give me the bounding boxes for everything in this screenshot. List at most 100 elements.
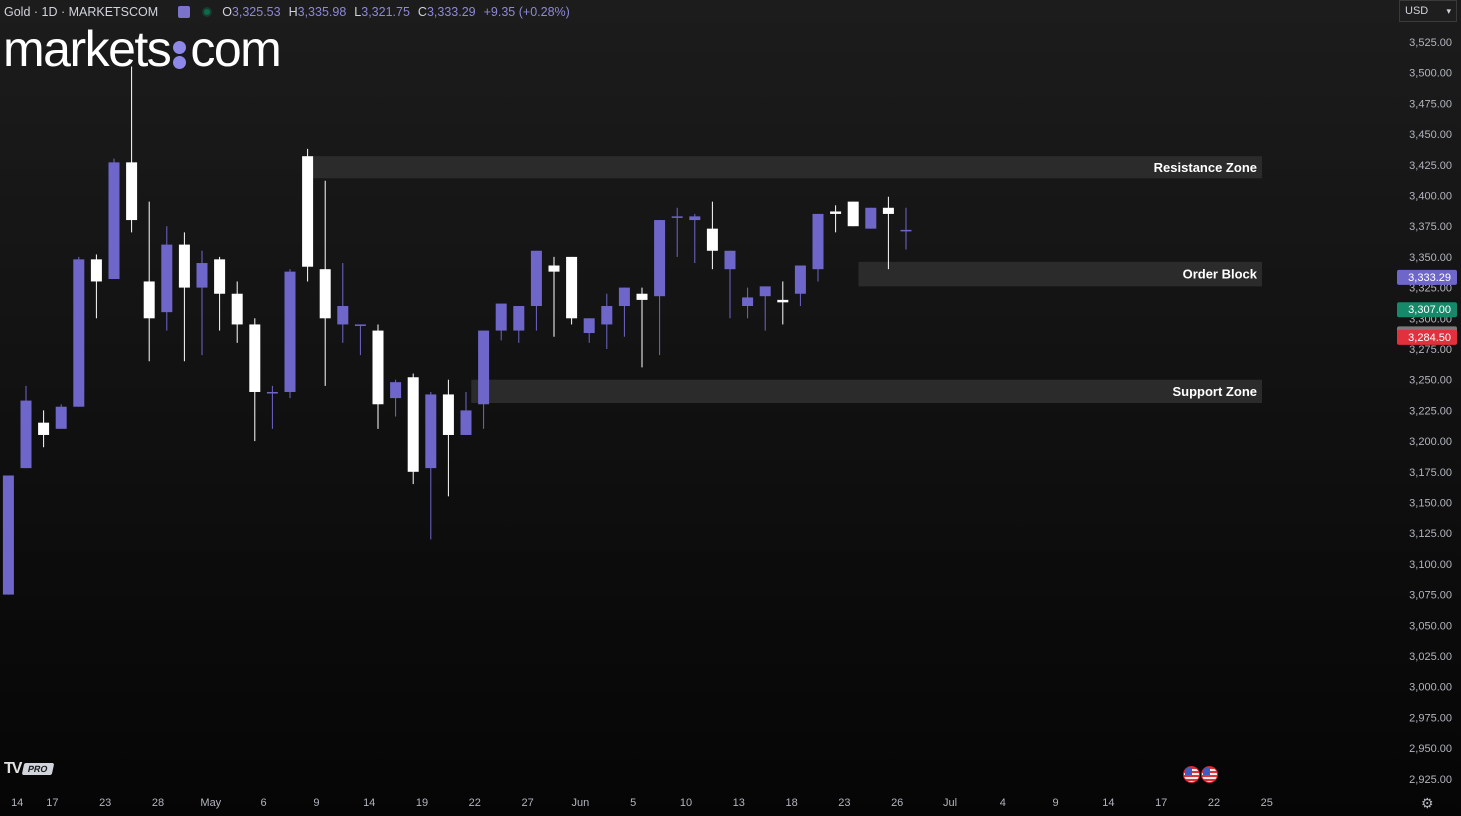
y-axis-label: 3,250.00 xyxy=(1409,375,1452,387)
y-axis-label: 3,500.00 xyxy=(1409,68,1452,80)
x-axis-label: 18 xyxy=(785,797,797,809)
candle-body xyxy=(654,220,666,297)
x-axis-label: 14 xyxy=(363,797,375,809)
y-axis-label: 3,425.00 xyxy=(1409,160,1452,172)
zone-box xyxy=(471,379,1262,404)
tradingview-mark: TV xyxy=(4,760,23,777)
candle-body xyxy=(55,406,67,429)
chevron-down-icon: ▾ xyxy=(1446,5,1451,16)
candle-body xyxy=(777,299,789,303)
candle-body xyxy=(442,394,454,435)
y-axis-label: 3,450.00 xyxy=(1409,129,1452,141)
candle-body xyxy=(460,410,472,435)
x-axis-label: 9 xyxy=(313,797,319,809)
y-axis-label: 3,175.00 xyxy=(1409,467,1452,479)
candle-body xyxy=(249,324,261,392)
candle-body xyxy=(900,229,912,232)
candle-body xyxy=(214,259,226,294)
candle-body xyxy=(126,162,138,221)
candle-body xyxy=(865,207,877,229)
candle-body xyxy=(73,259,85,407)
candle-body xyxy=(108,162,120,280)
y-axis-label: 3,275.00 xyxy=(1409,344,1452,356)
x-axis-label: 22 xyxy=(469,797,481,809)
y-axis-label: 3,525.00 xyxy=(1409,37,1452,49)
candle-body xyxy=(161,244,173,313)
candle-body xyxy=(196,263,208,288)
currency-select[interactable]: USD ▾ xyxy=(1399,0,1457,22)
x-axis-label: 17 xyxy=(1155,797,1167,809)
x-axis-label: 26 xyxy=(891,797,903,809)
symbol-header: Gold · 1D · MARKETSCOM O3,325.53 H3,335.… xyxy=(4,3,570,21)
us-flag-icon[interactable] xyxy=(1201,766,1218,783)
symbol-title[interactable]: Gold · 1D · MARKETSCOM xyxy=(4,5,158,19)
y-axis-label: 3,350.00 xyxy=(1409,252,1452,264)
y-axis-label: 3,150.00 xyxy=(1409,498,1452,510)
x-axis-label: 22 xyxy=(1208,797,1220,809)
x-axis-label: 19 xyxy=(416,797,428,809)
x-axis-label: 28 xyxy=(152,797,164,809)
candle-body xyxy=(548,265,560,272)
open-value: 3,325.53 xyxy=(231,5,281,19)
y-axis-label: 3,100.00 xyxy=(1409,559,1452,571)
y-axis-label: 3,050.00 xyxy=(1409,620,1452,632)
tradingview-logo[interactable]: TV PRO xyxy=(4,760,55,778)
compare-icon[interactable] xyxy=(178,6,191,18)
settings-icon[interactable]: ⚙ xyxy=(1421,795,1434,812)
x-axis-label: 5 xyxy=(630,797,636,809)
y-axis-label: 3,375.00 xyxy=(1409,221,1452,233)
y-axis-label: 3,200.00 xyxy=(1409,436,1452,448)
candle-body xyxy=(178,244,190,288)
us-flag-icon[interactable] xyxy=(1183,766,1200,783)
candle-body xyxy=(636,293,648,300)
candle-body xyxy=(742,297,754,307)
y-axis-label: 3,225.00 xyxy=(1409,405,1452,417)
x-axis-label: May xyxy=(200,797,221,809)
candle-body xyxy=(390,382,402,399)
candle-body xyxy=(372,330,384,405)
candle-body xyxy=(794,265,806,294)
candle-body xyxy=(38,422,50,435)
candle-body xyxy=(302,156,314,267)
candle-body xyxy=(812,213,824,270)
price-chart[interactable]: Resistance Zone Order Block Support Zone 3… xyxy=(0,0,1461,816)
zone-label: Support Zone xyxy=(1173,384,1258,399)
x-axis-label: Jul xyxy=(943,797,957,809)
x-axis-label: 4 xyxy=(1000,797,1006,809)
close-value: 3,333.29 xyxy=(426,5,476,19)
economic-events[interactable] xyxy=(1183,766,1219,783)
x-axis-label: 14 xyxy=(1102,797,1114,809)
candle-body xyxy=(231,293,243,325)
x-axis-label: 27 xyxy=(521,797,533,809)
y-axis-label: 3,400.00 xyxy=(1409,191,1452,203)
y-axis-label: 3,025.00 xyxy=(1409,651,1452,663)
candle-body xyxy=(724,250,736,270)
x-axis-label: 10 xyxy=(680,797,692,809)
x-axis-label: 13 xyxy=(733,797,745,809)
x-axis-label: 17 xyxy=(46,797,58,809)
candle-body xyxy=(830,211,842,214)
price-tag-label: 3,284.50 xyxy=(1408,332,1451,344)
y-axis-label: 3,475.00 xyxy=(1409,98,1452,110)
y-axis-label: 3,000.00 xyxy=(1409,682,1452,694)
candle-body xyxy=(425,394,437,469)
y-axis-label: 3,125.00 xyxy=(1409,528,1452,540)
x-axis-label: 14 xyxy=(11,797,23,809)
x-axis-label: 23 xyxy=(838,797,850,809)
candle-body xyxy=(566,256,578,319)
ohlc-values: O3,325.53 H3,335.98 L3,321.75 C3,333.29 xyxy=(222,5,476,19)
change-value: +9.35 (+0.28%) xyxy=(483,5,570,19)
candle-body xyxy=(495,303,507,331)
price-tag-label: 3,307.00 xyxy=(1408,304,1451,316)
candle-body xyxy=(266,391,278,394)
candle-body xyxy=(143,281,155,319)
candle-body xyxy=(847,201,859,227)
candle-body xyxy=(354,324,366,326)
candle-body xyxy=(319,269,331,319)
market-status-icon xyxy=(202,7,213,17)
y-axis-label: 2,925.00 xyxy=(1409,774,1452,786)
x-axis-label: 25 xyxy=(1261,797,1273,809)
markets-com-logo: markets com xyxy=(3,21,282,77)
x-axis-label: 9 xyxy=(1053,797,1059,809)
y-axis-label: 2,975.00 xyxy=(1409,712,1452,724)
